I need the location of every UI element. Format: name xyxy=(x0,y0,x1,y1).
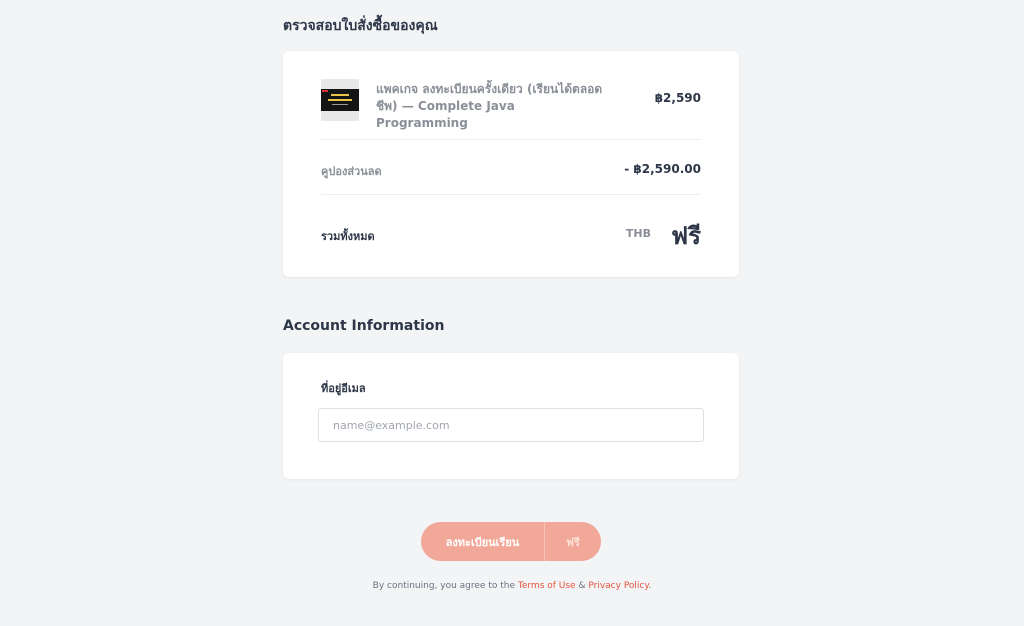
coupon-label: คูปองส่วนลด xyxy=(321,165,382,178)
order-review-title: ตรวจสอบใบสั่งซื้อของคุณ xyxy=(283,18,438,34)
total-label: รวมทั้งหมด xyxy=(321,230,375,243)
course-thumbnail xyxy=(321,79,359,121)
order-item: แพคเกจ ลงทะเบียนครั้งเดียว (เรียนได้ตลอด… xyxy=(321,79,701,130)
divider xyxy=(321,139,701,140)
privacy-policy-link[interactable]: Privacy Policy xyxy=(588,581,648,591)
enroll-button-label: ลงทะเบียนเรียน xyxy=(445,535,520,549)
coupon-discount-value: - ฿2,590.00 xyxy=(624,162,701,176)
account-information-title: Account Information xyxy=(283,318,445,334)
total-value: ฟรี xyxy=(671,222,701,250)
account-information-card: ที่อยู่อีเมล xyxy=(283,353,739,479)
enroll-button-price: ฟรี xyxy=(566,535,580,549)
terms-of-use-link[interactable]: Terms of Use xyxy=(518,581,576,591)
order-summary-card: แพคเกจ ลงทะเบียนครั้งเดียว (เรียนได้ตลอด… xyxy=(283,51,739,277)
terms-suffix: . xyxy=(648,581,652,591)
total-currency: THB xyxy=(625,227,651,240)
terms-prefix: By continuing, you agree to the xyxy=(372,581,515,591)
product-name: แพคเกจ ลงทะเบียนครั้งเดียว (เรียนได้ตลอด… xyxy=(376,82,603,130)
product-price: ฿2,590 xyxy=(654,91,701,105)
terms-notice: By continuing, you agree to the Terms of… xyxy=(0,581,1024,591)
enroll-button[interactable]: ลงทะเบียนเรียน ฟรี xyxy=(421,522,601,561)
terms-conjunction: & xyxy=(578,581,586,591)
email-label: ที่อยู่อีเมล xyxy=(321,382,366,395)
checkout-page: ตรวจสอบใบสั่งซื้อของคุณ แพคเกจ ลงทะเบียน… xyxy=(0,0,1024,626)
email-input[interactable] xyxy=(318,408,704,442)
divider xyxy=(321,194,701,195)
